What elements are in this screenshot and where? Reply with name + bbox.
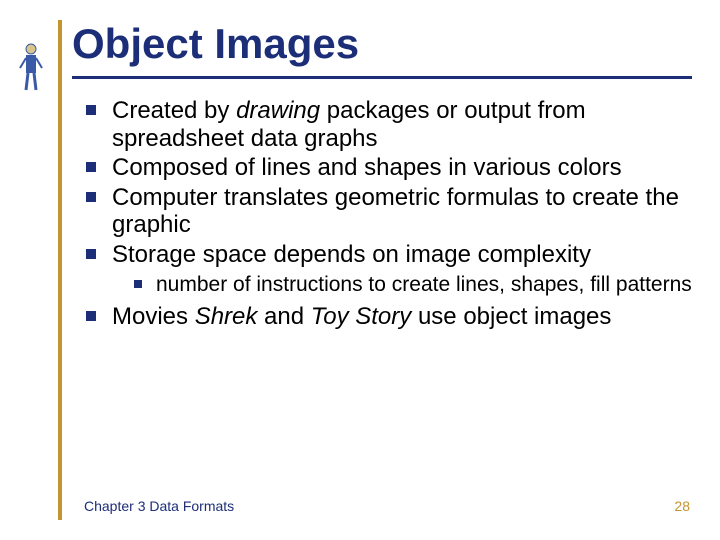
slide-content: Object Images Created by drawing package…	[72, 20, 692, 332]
decorative-figure-icon	[18, 42, 44, 96]
bullet-item: Composed of lines and shapes in various …	[86, 154, 692, 182]
text: Movies	[112, 303, 195, 330]
slide-title: Object Images	[72, 20, 692, 74]
bullet-item: Storage space depends on image complexit…	[86, 241, 692, 297]
text: Computer translates geometric formulas t…	[112, 184, 679, 239]
text-italic: drawing	[236, 97, 320, 124]
text: use object images	[411, 303, 611, 330]
text-italic: Shrek	[195, 303, 258, 330]
text: Storage space depends on image complexit…	[112, 241, 591, 268]
bullet-list: Created by drawing packages or output fr…	[72, 97, 692, 330]
bullet-item: Computer translates geometric formulas t…	[86, 184, 692, 239]
text-italic: Toy Story	[311, 303, 412, 330]
text: Composed of lines and shapes in various …	[112, 154, 622, 181]
title-underline	[72, 76, 692, 79]
sub-bullet-list: number of instructions to create lines, …	[112, 273, 692, 297]
vertical-rule	[58, 20, 62, 520]
sub-bullet-item: number of instructions to create lines, …	[134, 273, 692, 297]
bullet-item: Created by drawing packages or output fr…	[86, 97, 692, 152]
text: Created by	[112, 97, 236, 124]
footer-chapter: Chapter 3 Data Formats	[84, 498, 234, 514]
footer-page-number: 28	[674, 498, 690, 514]
text: and	[257, 303, 310, 330]
text: number of instructions to create lines, …	[156, 273, 692, 296]
bullet-item: Movies Shrek and Toy Story use object im…	[86, 303, 692, 331]
